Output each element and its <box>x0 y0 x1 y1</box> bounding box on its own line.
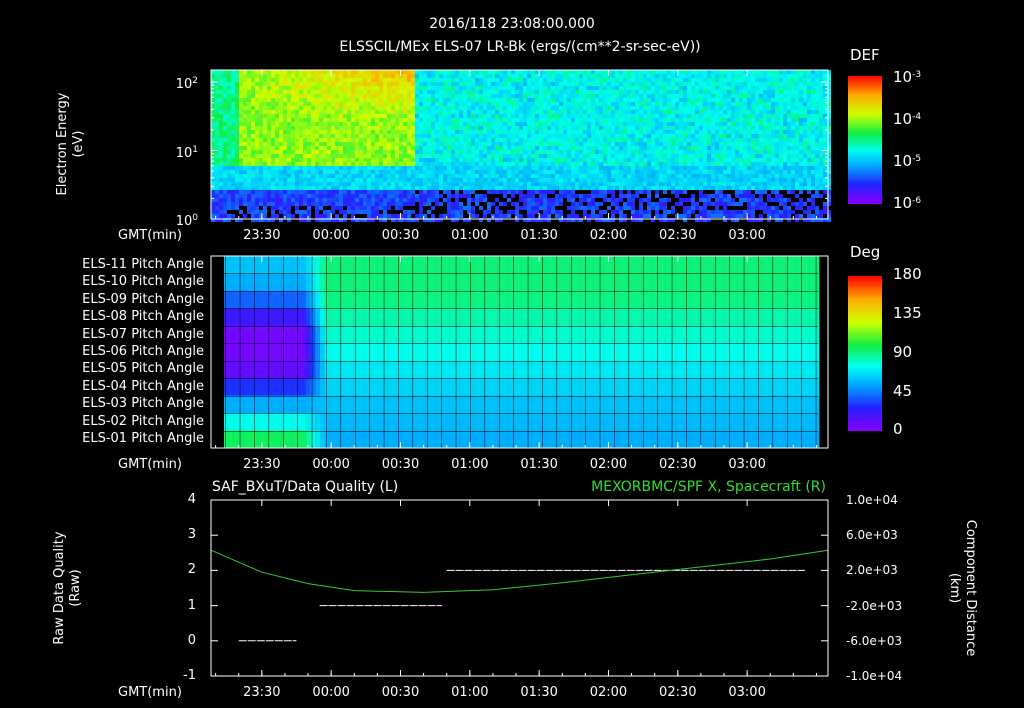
def-colorbar-label: DEF <box>850 46 880 64</box>
pitch-row-label: ELS-07 Pitch Angle <box>82 326 204 342</box>
time-tick-label: 02:00 <box>589 228 628 243</box>
pitch-row-label: ELS-03 Pitch Angle <box>82 396 204 412</box>
time-tick-label: 00:00 <box>312 685 350 700</box>
time-tick-label: 00:30 <box>381 685 420 700</box>
time-tick-label: 02:30 <box>659 457 697 472</box>
time-tick-label: 03:00 <box>728 685 766 700</box>
time-tick-label: 01:00 <box>451 685 489 700</box>
energy-ytick-1: 100 <box>175 213 198 229</box>
quality-left-tick: 2 <box>187 562 196 578</box>
figure-root: 2016/118 23:08:00.000 ELSSCIL/MEx ELS-07… <box>0 0 1024 708</box>
def-tick-1e-5: 10-5 <box>893 152 922 170</box>
def-colorbar <box>848 76 882 204</box>
quality-right-ylabel: Component Distance (km) <box>947 519 978 657</box>
deg-colorbar <box>848 276 882 431</box>
time-tick-label: 00:30 <box>381 228 420 243</box>
energy-ylabel: Electron Energy (eV) <box>55 92 86 196</box>
pitch-row-label: ELS-01 Pitch Angle <box>82 431 204 447</box>
pitch-row-label: ELS-04 Pitch Angle <box>82 378 204 394</box>
time-tick-label: 03:00 <box>728 228 766 243</box>
def-tick-1e-4: 10-4 <box>893 110 922 128</box>
pitch-row-label: ELS-11 Pitch Angle <box>82 256 204 272</box>
quality-right-tick: -2.0e+03 <box>846 598 903 613</box>
quality-line-plot <box>210 549 829 642</box>
quality-left-ylabel: Raw Data Quality (Raw) <box>52 531 83 645</box>
time-tick-label: 03:00 <box>728 457 766 472</box>
spacecraft-x-line <box>210 549 829 593</box>
pitch-row-label: ELS-09 Pitch Angle <box>82 291 204 307</box>
pitch-row-label: ELS-02 Pitch Angle <box>82 413 204 429</box>
quality-left-tick: -1 <box>183 668 196 683</box>
pitch-angle-heatmap <box>224 256 820 449</box>
quality-right-title: MEXORBMC/SPF X, Spacecraft (R) <box>591 479 826 495</box>
time-axis-label-3: GMT(min) <box>118 685 182 700</box>
time-tick-label: 23:30 <box>243 685 281 700</box>
pitch-row-label: ELS-10 Pitch Angle <box>82 274 204 290</box>
time-tick-label: 01:00 <box>451 228 489 243</box>
def-tick-1e-6: 10-6 <box>893 194 922 212</box>
time-tick-label: 01:00 <box>451 457 489 472</box>
energy-ytick-10: 101 <box>175 145 198 161</box>
deg-tick-45: 45 <box>893 382 913 400</box>
quality-left-tick: 1 <box>187 597 196 613</box>
energy-spectrogram <box>211 70 831 222</box>
deg-tick-90: 90 <box>893 343 913 361</box>
time-tick-label: 23:30 <box>243 457 281 472</box>
time-tick-label: 00:00 <box>312 228 350 243</box>
time-tick-label: 00:30 <box>381 457 420 472</box>
time-tick-label: 02:00 <box>589 685 628 700</box>
quality-left-title: SAF_BXuT/Data Quality (L) <box>212 479 399 495</box>
deg-tick-135: 135 <box>893 304 922 322</box>
time-tick-label: 00:00 <box>312 457 350 472</box>
time-axis-label-2: GMT(min) <box>118 457 182 472</box>
time-tick-label: 01:30 <box>520 228 558 243</box>
time-tick-label: 01:30 <box>520 685 558 700</box>
quality-left-tick: 0 <box>187 632 196 648</box>
energy-ytick-100: 102 <box>175 76 198 92</box>
def-tick-1e-3: 10-3 <box>893 68 922 86</box>
quality-right-tick: 6.0e+03 <box>846 528 898 543</box>
pitch-row-label: ELS-08 Pitch Angle <box>82 309 204 325</box>
deg-tick-0: 0 <box>893 420 903 438</box>
quality-right-tick: -1.0e+04 <box>846 669 903 683</box>
pitch-row-label: ELS-05 Pitch Angle <box>82 361 204 377</box>
quality-right-tick: 1.0e+04 <box>846 493 898 507</box>
deg-colorbar-label: Deg <box>850 243 881 261</box>
quality-left-tick: 3 <box>187 527 196 543</box>
quality-right-tick: -6.0e+03 <box>846 633 903 648</box>
time-tick-label: 01:30 <box>520 457 558 472</box>
quality-right-tick: 2.0e+03 <box>846 563 898 578</box>
time-tick-label: 02:30 <box>659 228 697 243</box>
time-tick-label: 02:30 <box>659 685 697 700</box>
time-axis-label-1: GMT(min) <box>118 228 182 243</box>
time-tick-label: 02:00 <box>589 457 628 472</box>
pitch-row-label: ELS-06 Pitch Angle <box>82 344 204 359</box>
time-tick-label: 23:30 <box>243 228 281 243</box>
deg-tick-180: 180 <box>893 265 922 283</box>
quality-left-tick: 4 <box>187 492 196 507</box>
